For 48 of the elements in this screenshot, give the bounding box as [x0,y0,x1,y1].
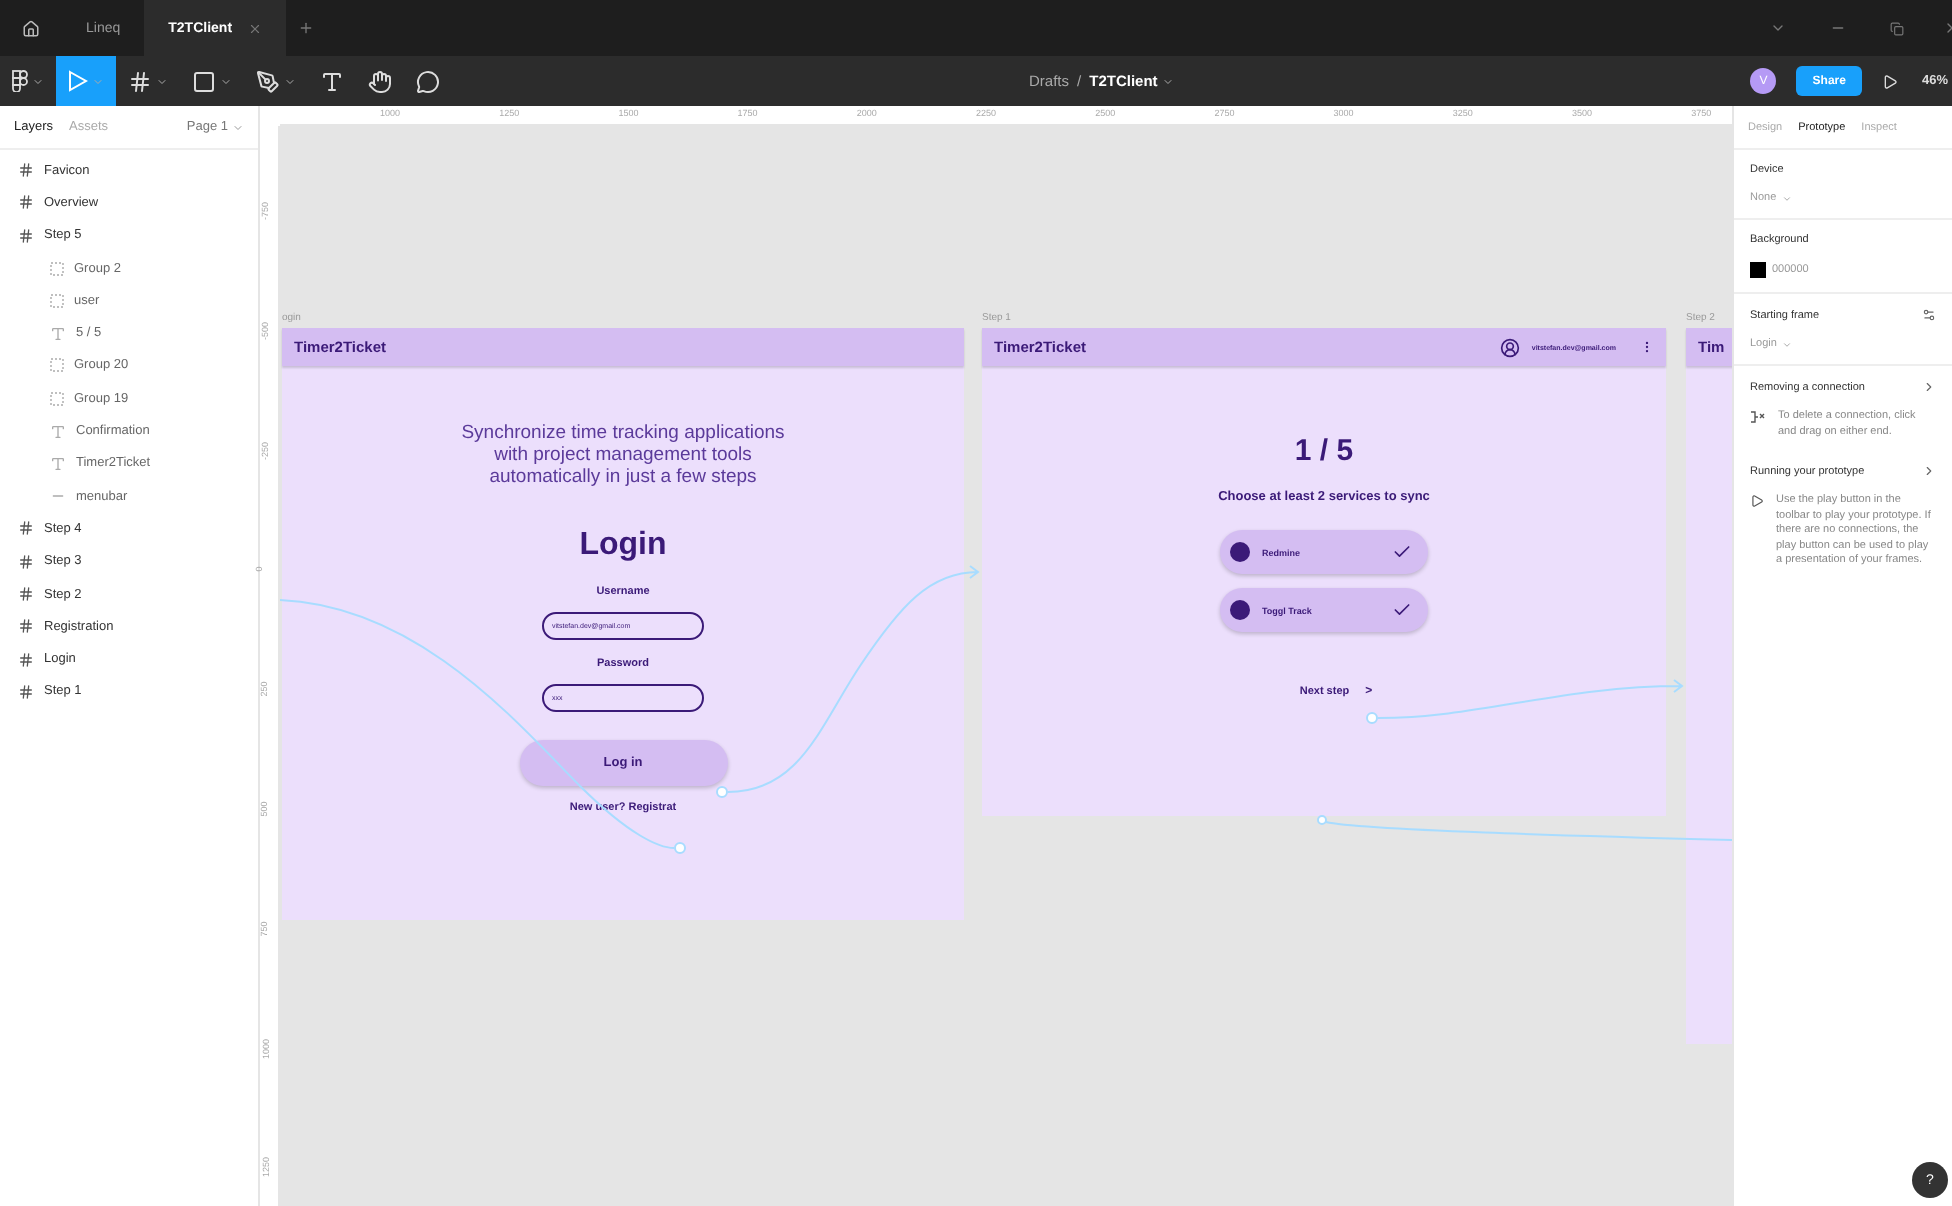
main-menu-icon [12,70,28,92]
caret-icon [92,75,104,87]
hand-icon [368,69,392,93]
text-icon [320,69,344,93]
rectangle-icon [192,69,216,93]
group-icon [50,293,64,308]
text-icon [50,455,66,472]
frame-icon [18,586,34,602]
close-icon[interactable] [248,21,263,35]
service-icon [1230,542,1250,562]
login-heading: Login [579,528,667,565]
chevron-down-icon[interactable] [1770,20,1786,36]
play-icon [1750,494,1764,508]
restore-icon[interactable] [1890,21,1904,35]
cursor-icon [68,70,88,92]
caret-icon [156,75,168,87]
group-icon [50,391,64,406]
frame-icon [18,683,34,700]
group-icon [50,261,64,276]
color-swatch[interactable] [1750,262,1766,278]
text-icon [50,423,66,440]
frame-icon [18,651,34,668]
service-icon [1230,600,1250,620]
frame-icon [128,69,152,93]
comment-icon [416,69,440,93]
frame-icon [18,520,34,537]
frame-icon [18,553,34,570]
text-icon [50,325,66,342]
connector-line[interactable] [280,599,686,854]
settings-icon[interactable] [1922,308,1936,322]
caret-icon [220,75,232,87]
group-icon [50,358,64,373]
frame-icon [18,194,34,211]
chevron-right-icon[interactable] [1922,464,1936,478]
more-icon[interactable] [1640,340,1654,354]
pen-icon [256,69,280,93]
tagline: Synchronize time tracking applications with project management tools automatically in just a few steps [459,424,787,489]
caret-icon [32,75,44,87]
frame-icon [18,162,34,179]
play-icon[interactable] [1881,73,1898,89]
disconnect-icon [1750,410,1766,424]
frame-icon [18,227,34,244]
chevron-right-icon[interactable] [1922,380,1936,394]
caret-icon [284,75,296,87]
user-icon [1499,337,1520,357]
chevron-down-icon[interactable] [1161,75,1174,87]
frame-icon [18,618,34,635]
add-tab-icon[interactable] [298,20,315,36]
